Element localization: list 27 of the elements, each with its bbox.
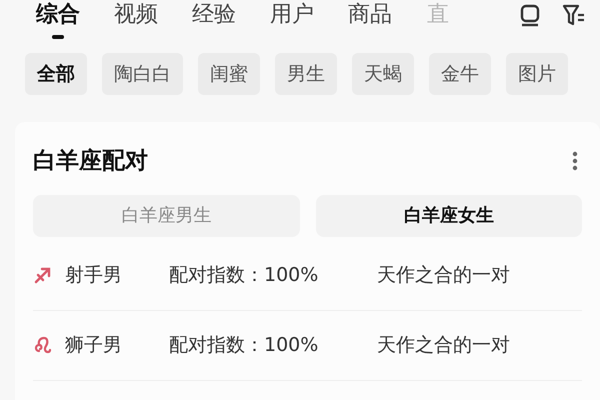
match-verdict: 天作之合的一对 <box>377 332 510 358</box>
sagittarius-icon <box>33 265 53 285</box>
filter-chip[interactable]: 男生 <box>275 53 337 95</box>
filter-chip[interactable]: 全部 <box>25 53 87 95</box>
tab[interactable]: 视频 <box>114 0 158 31</box>
tab[interactable]: 商品 <box>348 0 392 31</box>
filter-icon[interactable] <box>562 4 586 28</box>
tv-icon[interactable] <box>520 4 540 28</box>
more-icon[interactable] <box>572 151 578 172</box>
filter-chip[interactable]: 陶白白 <box>102 53 183 95</box>
tab[interactable]: 用户 <box>270 0 314 31</box>
match-score: 配对指数：100% <box>169 332 320 358</box>
filter-chip[interactable]: 天蝎 <box>352 53 414 95</box>
filter-chip[interactable]: 闺蜜 <box>198 53 260 95</box>
sign-name: 射手男 <box>65 262 123 288</box>
sign-name: 狮子男 <box>65 332 123 358</box>
segment-tab[interactable]: 白羊座女生 <box>316 194 582 236</box>
tab[interactable]: 经验 <box>192 0 236 31</box>
match-verdict: 天作之合的一对 <box>377 262 510 288</box>
tab[interactable]: 综合 <box>36 0 80 31</box>
leo-icon <box>33 335 53 355</box>
filter-chip[interactable]: 图片 <box>506 53 568 95</box>
segment-tab[interactable]: 白羊座男生 <box>33 194 300 236</box>
match-score: 配对指数：100% <box>169 262 320 288</box>
filter-chip[interactable]: 金牛 <box>429 53 491 95</box>
tab-indicator <box>52 35 64 39</box>
card-title: 白羊座配对 <box>33 147 148 176</box>
